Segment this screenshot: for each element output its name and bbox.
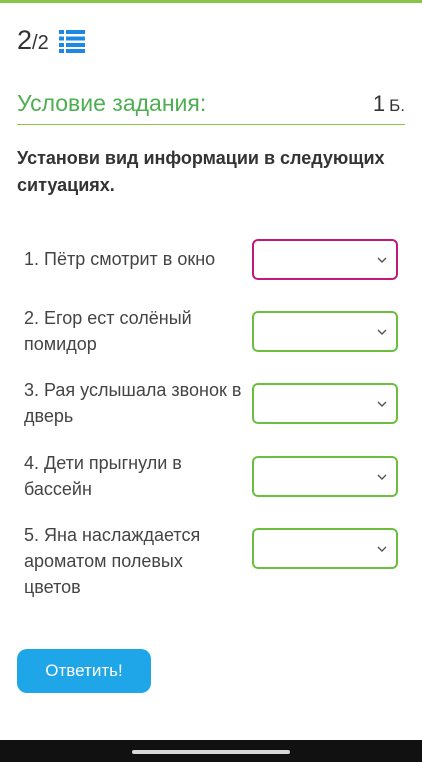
item-label-2: 2. Егор ест солёный помидор — [24, 308, 192, 354]
top-accent-line — [0, 0, 422, 3]
points-value: 1 — [372, 91, 386, 116]
home-indicator[interactable] — [132, 750, 290, 754]
item-label-3: 3. Рая услышала звонок в дверь — [24, 380, 242, 426]
section-title: Условие задания: — [17, 90, 207, 116]
list-icon[interactable] — [58, 29, 85, 53]
points-unit: Б. — [389, 96, 405, 115]
chevron-down-icon — [377, 401, 387, 407]
question-text: Установи вид информации в следующих ситу… — [17, 148, 385, 195]
item-label-4: 4. Дети прыгнули в бассейн — [24, 453, 182, 499]
answer-select-1[interactable] — [252, 239, 398, 280]
total-questions: /2 — [32, 32, 49, 54]
chevron-down-icon — [377, 546, 387, 552]
chevron-down-icon — [377, 474, 387, 480]
item-label-1: 1. Пётр смотрит в окно — [24, 249, 216, 269]
chevron-down-icon — [377, 257, 387, 263]
answer-select-2[interactable] — [252, 311, 398, 352]
question-progress: 2 /2 — [17, 24, 85, 56]
answer-select-3[interactable] — [252, 383, 398, 424]
chevron-down-icon — [377, 329, 387, 335]
answer-select-5[interactable] — [252, 528, 398, 569]
item-label-5: 5. Яна наслаждается ароматом полевых цве… — [24, 525, 201, 597]
system-navigation-bar — [0, 740, 422, 762]
points-label: 1 Б. — [373, 91, 405, 117]
task-condition-header: Условие задания: 1 Б. — [17, 88, 405, 125]
current-question-number: 2 — [17, 24, 33, 55]
answer-select-4[interactable] — [252, 456, 398, 497]
submit-answer-button[interactable]: Ответить! — [17, 649, 151, 693]
